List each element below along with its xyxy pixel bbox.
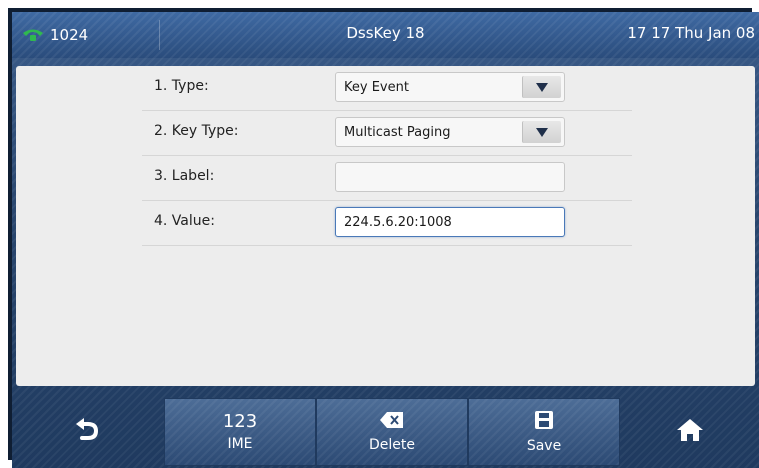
home-button[interactable] [620,398,759,466]
key-type-label: 2. Key Type: [154,123,239,139]
label-text-field[interactable] [336,163,564,191]
label-label: 3. Label: [154,168,215,184]
type-label: 1. Type: [154,78,209,94]
ime-label: IME [227,436,253,452]
date-time: 17 17 Thu Jan 08 [627,24,755,42]
settings-panel: 1. Type: Key Event 2. Key Type: Multicas… [16,66,755,386]
label-row: 3. Label: [142,156,632,201]
label-input[interactable] [335,162,565,192]
value-input[interactable] [335,207,565,237]
type-dropdown[interactable]: Key Event [335,72,565,102]
ime-mode: 123 [222,411,258,432]
status-bar: 1024 DssKey 18 17 17 Thu Jan 08 [12,12,759,58]
value-text-field[interactable] [336,208,564,236]
backspace-icon [379,411,405,433]
save-label: Save [526,438,562,454]
delete-softkey[interactable]: Delete [316,398,468,466]
key-type-value: Multicast Paging [344,125,451,140]
back-button[interactable] [12,398,164,466]
type-row: 1. Type: Key Event [142,66,632,111]
delete-label: Delete [369,437,415,453]
floppy-disk-icon [534,410,554,434]
value-label: 4. Value: [154,213,215,229]
type-value: Key Event [344,80,409,95]
ime-softkey[interactable]: 123 IME [164,398,316,466]
softkey-bar: 123 IME Delete Save [12,394,759,468]
key-type-dropdown[interactable]: Multicast Paging [335,117,565,147]
dropdown-arrow-icon[interactable] [522,76,561,98]
value-row: 4. Value: [142,201,632,246]
save-softkey[interactable]: Save [468,398,620,466]
dropdown-arrow-icon[interactable] [522,121,561,143]
phone-screen: 1024 DssKey 18 17 17 Thu Jan 08 1. Type:… [12,12,759,468]
back-arrow-icon [74,418,102,446]
key-type-row: 2. Key Type: Multicast Paging [142,111,632,156]
home-icon [676,418,704,446]
